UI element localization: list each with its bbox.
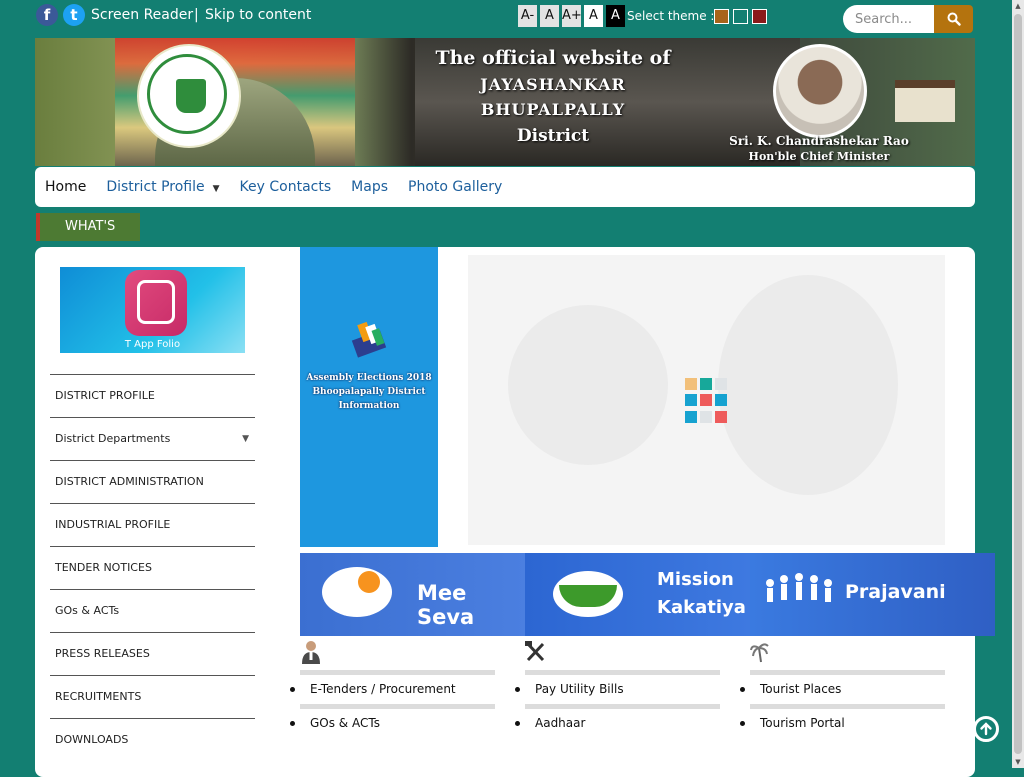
side-menu-item[interactable]: GOs & ACTs [50,589,255,632]
loader-tile [715,378,727,390]
theme-swatch-brown[interactable] [714,9,729,24]
link-separator: | [194,7,199,23]
font-increase-button[interactable]: A+ [562,5,582,27]
font-decrease-button[interactable]: A- [518,5,537,27]
banner-title: The official website of JAYASHANKAR BHUP… [413,44,693,149]
loader-tile [700,394,712,407]
page-scrollbar[interactable]: ▲ ▼ [1012,0,1024,768]
scroll-down-arrow-icon[interactable]: ▼ [1012,756,1024,768]
chief-minister-photo [773,44,867,138]
screen-reader-link[interactable]: Screen Reader [91,7,193,23]
telangana-emblem-logo [137,44,241,148]
main-nav: Home District Profile ▼ Key Contacts Maps… [35,167,975,207]
header-banner: The official website of JAYASHANKAR BHUP… [35,38,975,166]
whats-new-tab[interactable]: WHAT'S [36,213,140,241]
side-menu-item-label: District Departments [55,432,171,445]
chief-minister-name: Sri. K. Chandrashekar Rao [729,134,909,148]
theme-label: Select theme : [627,9,715,23]
tourism-column: Tourist Places Tourism Portal [740,640,945,738]
nav-district-profile-label: District Profile [106,179,205,195]
side-menu-item[interactable]: DISTRICT ADMINISTRATION [50,460,255,503]
banner-title-line3: District [516,126,590,147]
citizen-icon [302,641,320,664]
election-line2: Bhoopalapally District [312,387,426,397]
prajavani-label: Prajavani [845,581,946,603]
mission-kakatiya-line2: Kakatiya [657,597,746,618]
citizen-services-column: E-Tenders / Procurement GOs & ACTs [290,640,495,738]
list-item[interactable]: GOs & ACTs [290,704,495,738]
t-app-folio-banner[interactable]: T App Folio [60,267,245,353]
utilities-column: Pay Utility Bills Aadhaar [515,640,720,738]
nav-key-contacts[interactable]: Key Contacts [230,179,342,195]
main-panel: T App Folio DISTRICT PROFILE District De… [35,247,995,777]
mee-seva-label: Mee Seva [417,581,475,629]
twitter-icon[interactable]: t [63,4,85,26]
mission-kakatiya-line1: Mission [657,569,734,590]
side-menu-item[interactable]: RECRUITMENTS [50,675,255,718]
side-menu-item[interactable]: DISTRICT PROFILE [50,374,255,417]
search-button[interactable] [934,5,973,33]
caret-down-icon: ▼ [212,184,220,194]
loader-tile [715,410,727,423]
election-text: Assembly Elections 2018 Bhoopalapally Di… [304,371,434,413]
image-slider [468,255,945,545]
tools-icon [525,641,545,662]
scroll-up-arrow-icon[interactable]: ▲ [1012,0,1024,12]
loader-tile [700,378,712,390]
loader-tile [685,378,697,390]
chief-minister-role: Hon'ble Chief Minister [748,150,890,163]
side-menu-item[interactable]: TENDER NOTICES [50,546,255,589]
side-menu-item[interactable]: PRESS RELEASES [50,632,255,675]
contrast-high-button[interactable]: A [606,5,625,27]
assembly-elections-banner[interactable]: Assembly Elections 2018 Bhoopalapally Di… [300,247,438,547]
side-menu-item-departments[interactable]: District Departments ▼ [50,417,255,460]
loading-spinner [685,378,731,424]
list-item[interactable]: Tourist Places [740,670,945,704]
tourism-icon [750,643,769,663]
hut-image [895,80,955,122]
scroll-to-top-button[interactable] [973,716,999,742]
t-app-folio-icon [125,270,187,336]
election-line3: Information [338,401,400,411]
search-icon [947,12,961,26]
mee-seva-banner[interactable]: Mee Seva [300,553,525,636]
top-bar: f t Screen Reader | Skip to content A- A… [0,0,1024,36]
theme-swatch-teal[interactable] [733,9,748,24]
list-item[interactable]: Tourism Portal [740,704,945,738]
ballot-box-icon [351,321,387,358]
theme-swatch-maroon[interactable] [752,9,767,24]
side-menu-item[interactable]: INDUSTRIAL PROFILE [50,503,255,546]
t-app-folio-label: T App Folio [124,339,181,350]
mission-kakatiya-logo [553,571,623,617]
loader-tile [715,394,727,407]
list-item[interactable]: E-Tenders / Procurement [290,670,495,704]
scrollbar-thumb[interactable] [1014,14,1022,754]
search-input[interactable] [843,5,934,33]
loader-tile [685,394,697,407]
contrast-normal-button[interactable]: A [584,5,603,27]
loader-tile [700,410,712,423]
list-item[interactable]: Aadhaar [515,704,720,738]
nav-photo-gallery[interactable]: Photo Gallery [398,179,512,195]
election-line1: Assembly Elections 2018 [306,373,432,383]
caret-down-icon: ▼ [242,434,249,444]
side-menu: DISTRICT PROFILE District Departments ▼ D… [50,374,255,761]
people-chain-icon [766,573,832,602]
list-item[interactable]: Pay Utility Bills [515,670,720,704]
nav-district-profile[interactable]: District Profile ▼ [96,179,229,195]
nav-home[interactable]: Home [35,179,96,195]
banner-title-line2: JAYASHANKAR BHUPALPALLY [480,75,626,120]
loader-tile [685,410,697,423]
banner-title-line1: The official website of [435,47,671,69]
skip-to-content-link[interactable]: Skip to content [205,7,311,23]
prajavani-banner[interactable]: Prajavani [750,553,995,636]
nav-maps[interactable]: Maps [341,179,398,195]
font-normal-button[interactable]: A [540,5,559,27]
facebook-icon[interactable]: f [36,4,58,26]
mee-seva-logo [322,567,392,617]
arrow-up-icon [980,722,992,736]
side-menu-item[interactable]: DOWNLOADS [50,718,255,761]
mission-kakatiya-banner[interactable]: Mission Kakatiya [525,553,750,636]
